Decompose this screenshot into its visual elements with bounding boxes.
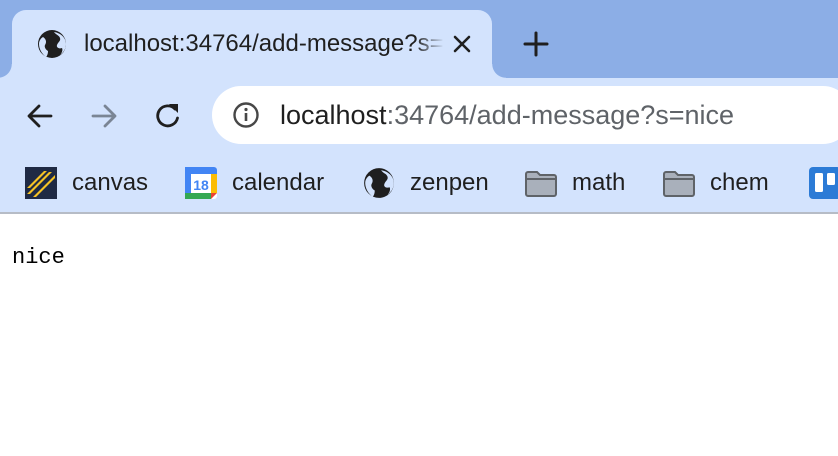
bookmark-folder-chem[interactable]: chem bbox=[662, 166, 769, 200]
tab-strip: localhost:34764/add-message?s=nice bbox=[0, 0, 838, 78]
calendar-icon: 18 bbox=[184, 166, 218, 200]
info-icon[interactable] bbox=[232, 101, 260, 129]
bookmark-label: canvas bbox=[72, 169, 149, 196]
globe-icon bbox=[362, 166, 396, 200]
page-body-text: nice bbox=[12, 245, 65, 270]
address-bar[interactable]: localhost:34764/add-message?s=nice bbox=[212, 86, 838, 144]
bookmarks-bar: canvas 18 calendar zenpen math chem bbox=[0, 154, 838, 214]
url-path: :34764/add-message?s=nice bbox=[386, 100, 735, 130]
bookmark-label: calendar bbox=[232, 169, 325, 196]
arrow-left-icon bbox=[27, 104, 53, 128]
tab-active[interactable]: localhost:34764/add-message?s=nice bbox=[0, 10, 506, 78]
canvas-logo-icon bbox=[24, 166, 58, 200]
bookmark-label: zenpen bbox=[410, 169, 489, 196]
globe-icon bbox=[36, 28, 68, 60]
reload-button[interactable] bbox=[150, 98, 186, 134]
arrow-right-icon bbox=[91, 104, 117, 128]
folder-icon bbox=[524, 166, 558, 200]
calendar-badge: 18 bbox=[193, 177, 209, 193]
trello-icon bbox=[808, 166, 838, 200]
bookmark-folder-math[interactable]: math bbox=[524, 166, 625, 200]
bookmark-label: math bbox=[572, 169, 626, 196]
folder-icon bbox=[662, 166, 696, 200]
forward-button[interactable] bbox=[86, 98, 122, 134]
tab-title: localhost:34764/add-message?s=nice bbox=[84, 30, 444, 57]
url-text[interactable]: localhost:34764/add-message?s=nice bbox=[280, 98, 734, 132]
bookmark-zenpen[interactable]: zenpen bbox=[362, 166, 489, 200]
new-tab-button[interactable] bbox=[520, 28, 552, 60]
bookmark-canvas[interactable]: canvas bbox=[24, 166, 148, 200]
reload-icon bbox=[156, 104, 179, 128]
url-host: localhost bbox=[280, 100, 387, 130]
plus-icon bbox=[523, 31, 549, 57]
bookmark-trello[interactable] bbox=[808, 166, 838, 200]
close-icon[interactable] bbox=[448, 30, 476, 58]
back-button[interactable] bbox=[22, 98, 58, 134]
toolbar: localhost:34764/add-message?s=nice bbox=[0, 78, 838, 154]
bookmark-label: chem bbox=[710, 169, 769, 196]
bookmark-calendar[interactable]: 18 calendar bbox=[184, 166, 324, 200]
